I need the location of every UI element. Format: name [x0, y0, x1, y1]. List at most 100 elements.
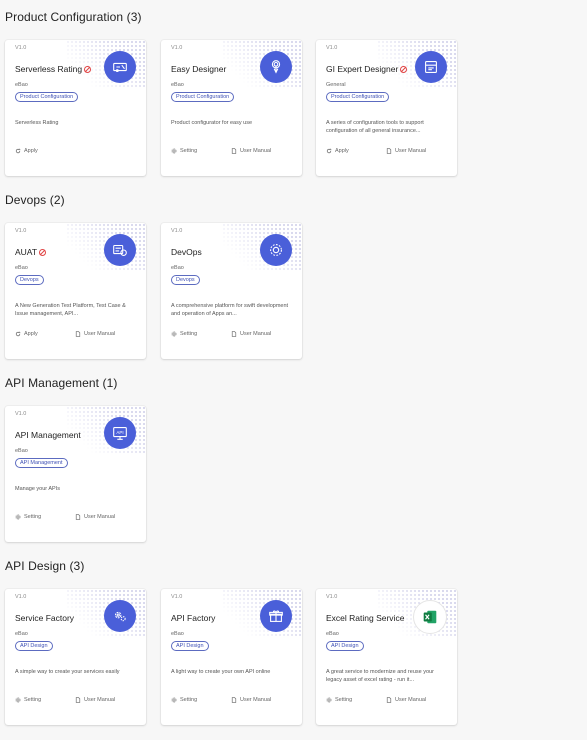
- cog-icon: [260, 234, 292, 266]
- document-icon: [386, 148, 392, 154]
- apply-button[interactable]: Apply: [326, 148, 349, 154]
- setting-label: Setting: [24, 697, 42, 703]
- gears-icon: [104, 600, 136, 632]
- apply-label: Apply: [335, 148, 349, 154]
- user-manual-button[interactable]: User Manual: [231, 331, 271, 337]
- document-icon: [75, 514, 81, 520]
- gift-icon: [260, 600, 292, 632]
- gear-icon: [15, 514, 21, 520]
- apply-button[interactable]: Apply: [15, 148, 38, 154]
- app-card-excel-rating-service[interactable]: V1.0 Excel Rating Service eBao API Desig…: [316, 589, 457, 725]
- card-version: V1.0: [171, 45, 183, 51]
- card-vendor: eBao: [15, 82, 28, 88]
- user-manual-button[interactable]: User Manual: [386, 148, 426, 154]
- card-vendor: eBao: [15, 265, 28, 271]
- app-card-serverless-rating[interactable]: V1.0 Serverless Rating eBao Product Conf…: [5, 40, 146, 176]
- category-tag: Devops: [15, 275, 44, 285]
- setting-button[interactable]: Setting: [171, 148, 197, 154]
- user-manual-button[interactable]: User Manual: [75, 514, 115, 520]
- setting-button[interactable]: Setting: [171, 331, 197, 337]
- document-icon: [75, 331, 81, 337]
- apply-label: Apply: [24, 331, 38, 337]
- touch-icon: [260, 51, 292, 83]
- card-vendor: eBao: [171, 631, 184, 637]
- apply-button[interactable]: Apply: [15, 331, 38, 337]
- setting-label: Setting: [180, 331, 198, 337]
- category-tag: Product Configuration: [15, 92, 79, 102]
- apply-icon: [15, 331, 21, 337]
- user-manual-label: User Manual: [395, 148, 427, 154]
- card-description: A New Generation Test Platform, Test Cas…: [15, 303, 126, 317]
- category-tag: Product Configuration: [171, 92, 235, 102]
- window-icon: [415, 51, 447, 83]
- card-description: Serverless Rating: [15, 120, 59, 126]
- card-description: A comprehensive platform for swift devel…: [171, 303, 289, 317]
- setting-label: Setting: [335, 697, 353, 703]
- document-icon: [386, 697, 392, 703]
- card-name-text: AUAT: [15, 247, 38, 257]
- gear-icon: [15, 697, 21, 703]
- section-title: Devops (2): [5, 193, 65, 207]
- user-manual-label: User Manual: [240, 148, 272, 154]
- user-manual-button[interactable]: User Manual: [231, 697, 271, 703]
- app-card-gi-expert-designer[interactable]: V1.0 GI Expert Designer General Product …: [316, 40, 457, 176]
- card-version: V1.0: [15, 228, 27, 234]
- card-vendor: eBao: [15, 631, 28, 637]
- category-tag: Devops: [171, 275, 200, 285]
- user-manual-button[interactable]: User Manual: [231, 148, 271, 154]
- setting-button[interactable]: Setting: [15, 697, 41, 703]
- card-name: AUAT: [15, 247, 47, 257]
- card-name: Serverless Rating: [15, 64, 92, 74]
- document-icon: [75, 697, 81, 703]
- category-tag: Product Configuration: [326, 92, 390, 102]
- app-card-auat[interactable]: V1.0 AUAT eBao Devops A New Generation T…: [5, 223, 146, 359]
- card-name: API Factory: [171, 613, 216, 623]
- app-card-api-management[interactable]: V1.0 API Management API eBao API Managem…: [5, 406, 146, 542]
- user-manual-label: User Manual: [84, 697, 116, 703]
- setting-button[interactable]: Setting: [15, 514, 41, 520]
- app-card-service-factory[interactable]: V1.0 Service Factory eBao API Design A s…: [5, 589, 146, 725]
- document-icon: [231, 148, 237, 154]
- user-manual-label: User Manual: [240, 697, 272, 703]
- category-tag: API Design: [326, 641, 364, 651]
- setting-label: Setting: [180, 148, 198, 154]
- disabled-icon: [400, 65, 408, 73]
- card-description: A light way to create your own API onlin…: [171, 669, 271, 675]
- setting-label: Setting: [24, 514, 42, 520]
- card-version: V1.0: [15, 411, 27, 417]
- card-description: Manage your APIs: [15, 486, 60, 492]
- app-card-devops[interactable]: V1.0 DevOps eBao Devops A comprehensive …: [161, 223, 302, 359]
- svg-text:API: API: [116, 430, 123, 435]
- setting-button[interactable]: Setting: [326, 697, 352, 703]
- disabled-icon: [39, 248, 47, 256]
- card-description: A great service to modernize and reuse y…: [326, 669, 434, 683]
- card-vendor: eBao: [171, 265, 184, 271]
- card-name: Excel Rating Service: [326, 613, 405, 623]
- card-description: Product configurator for easy use: [171, 120, 253, 126]
- category-tag: API Design: [15, 641, 53, 651]
- card-description: A series of configuration tools to suppo…: [326, 120, 424, 134]
- app-card-api-factory[interactable]: V1.0 API Factory eBao API Design A light…: [161, 589, 302, 725]
- card-description: A simple way to create your services eas…: [15, 669, 120, 675]
- user-manual-label: User Manual: [84, 331, 116, 337]
- section-title: API Management (1): [5, 376, 118, 390]
- user-manual-button[interactable]: User Manual: [386, 697, 426, 703]
- app-card-easy-designer[interactable]: V1.0 Easy Designer eBao Product Configur…: [161, 40, 302, 176]
- section-title: Product Configuration (3): [5, 10, 142, 24]
- user-manual-label: User Manual: [240, 331, 272, 337]
- apply-icon: [15, 148, 21, 154]
- card-name: API Management: [15, 430, 81, 440]
- setting-button[interactable]: Setting: [171, 697, 197, 703]
- card-name: Easy Designer: [171, 64, 227, 74]
- card-vendor: eBao: [171, 82, 184, 88]
- apply-icon: [326, 148, 332, 154]
- category-tag: API Management: [15, 458, 68, 468]
- card-vendor: General: [326, 82, 346, 88]
- card-version: V1.0: [326, 45, 338, 51]
- user-manual-button[interactable]: User Manual: [75, 697, 115, 703]
- excel-icon: [413, 600, 447, 634]
- api-icon: API: [104, 417, 136, 449]
- user-manual-button[interactable]: User Manual: [75, 331, 115, 337]
- gear-icon: [171, 331, 177, 337]
- card-name: Service Factory: [15, 613, 75, 623]
